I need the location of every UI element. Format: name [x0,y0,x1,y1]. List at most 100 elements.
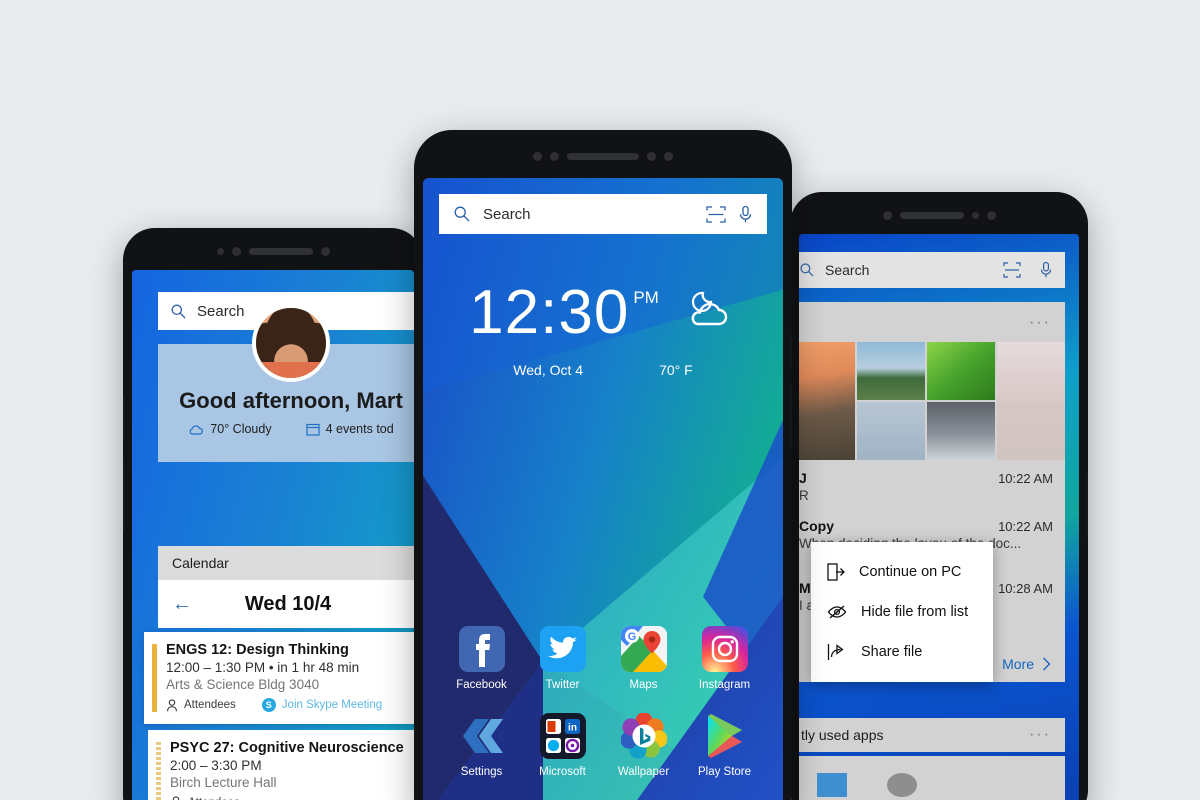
clock-time: 12:30 [469,278,630,347]
menu-item-hide-file[interactable]: Hide file from list [811,592,993,632]
microphone-icon[interactable] [1039,261,1053,279]
volume-down-button[interactable] [790,382,792,448]
app-settings[interactable]: Settings [441,713,522,778]
facebook-icon [458,626,505,672]
app-microsoft-folder[interactable]: in Microsoft [522,713,603,778]
photo-thumbnail[interactable] [927,402,995,460]
proximity-sensor-icon [533,151,542,161]
earpiece-speaker [899,211,964,219]
calendar-section-header: Calendar [158,546,414,580]
recent-app-icon[interactable] [817,773,847,797]
photo-thumbnail[interactable] [997,342,1065,460]
person-icon [167,698,177,711]
menu-item-label: Share file [861,644,923,660]
power-button[interactable] [1086,472,1088,542]
photos-overflow-button[interactable]: ··· [1029,314,1051,332]
skype-icon: S [261,698,276,712]
app-label: Wallpaper [617,766,670,778]
menu-item-share-file[interactable]: Share file [811,632,993,672]
event-title: ENGS 12: Design Thinking [166,642,349,658]
front-camera-icon [647,151,656,161]
avatar[interactable] [252,304,330,382]
center-search-placeholder: Search [483,205,531,223]
search-icon [800,263,814,277]
left-phone-screen: Search Good afternoon, Mart 70° Cloudy 4… [132,270,414,800]
settings-icon [459,713,505,759]
event-time: 12:00 – 1:30 PM • in 1 hr 48 min [166,660,360,675]
scan-icon[interactable] [706,205,726,223]
play-store-icon [702,713,748,759]
svg-text:G: G [627,631,636,643]
photo-thumbnail[interactable] [857,402,925,460]
recently-used-apps-label: tly used apps [801,727,884,743]
clock-date: Wed, Oct 4 [513,362,584,378]
center-phone-screen: Search 12:30 PM Wed, Oct 4 70° F Faceboo… [423,178,783,800]
person-icon [172,796,180,800]
app-maps[interactable]: G Maps [603,626,684,691]
scene: Search ··· J 10:22 AM R Copy 10:22 AM do… [0,0,1200,800]
event-attendees[interactable]: Attendees [170,796,240,800]
scan-icon[interactable] [1003,262,1021,278]
menu-item-continue-on-pc[interactable]: Continue on PC [811,552,993,592]
volume-down-button[interactable] [123,458,125,532]
volume-up-button[interactable] [790,330,792,370]
calendar-event-item[interactable]: PSYC 27: Cognitive Neuroscience 2:00 – 3… [148,730,414,800]
volume-up-button[interactable] [123,396,125,440]
event-title: PSYC 27: Cognitive Neuroscience [170,740,404,756]
twitter-icon [539,626,586,672]
right-search-placeholder: Search [825,262,870,278]
app-label: Twitter [545,679,580,691]
right-phone: Search ··· J 10:22 AM R Copy 10:22 AM do… [790,192,1088,800]
calendar-event-item[interactable]: ENGS 12: Design Thinking 12:00 – 1:30 PM… [144,632,414,724]
app-instagram[interactable]: Instagram [684,626,765,691]
center-search-bar[interactable]: Search [439,194,767,234]
wallpaper-icon [620,713,667,759]
message-sender: Copy [799,518,834,534]
microsoft-folder-icon: in [539,713,586,759]
event-attendees[interactable]: Attendees [166,698,236,712]
app-label: Facebook [456,679,507,691]
photo-thumbnail[interactable] [799,342,855,460]
front-camera-icon [231,246,241,256]
share-icon [827,644,844,660]
more-label: More [1002,656,1034,672]
app-play-store[interactable]: Play Store [684,713,765,778]
right-phone-notch [790,192,1088,238]
proximity-sensor-icon [971,211,979,219]
app-label: Maps [629,679,658,691]
microphone-icon[interactable] [738,205,753,224]
right-search-bar[interactable]: Search [799,252,1065,288]
calendar-day-title: Wed 10/4 [244,592,332,615]
greeting-text: Good afternoon, Mart [179,388,403,413]
app-wallpaper[interactable]: Wallpaper [603,713,684,778]
recently-used-apps-header: tly used apps ··· [799,718,1065,752]
left-search-placeholder: Search [197,302,245,320]
app-label: Instagram [698,679,751,691]
center-phone: Search 12:30 PM Wed, Oct 4 70° F Faceboo… [414,130,792,800]
context-menu: Continue on PC Hide file from list Share… [811,542,993,682]
event-time: 2:00 – 3:30 PM [170,758,262,773]
recent-apps-overflow-button[interactable]: ··· [1029,726,1051,744]
event-color-bar [152,644,157,712]
more-button[interactable]: More [1002,656,1051,672]
recently-used-apps-row [799,756,1065,800]
photo-thumbnail[interactable] [857,342,925,400]
list-item[interactable]: J 10:22 AM R [799,470,1053,503]
app-facebook[interactable]: Facebook [441,626,522,691]
hide-eye-icon [827,605,847,619]
photo-grid [799,342,1065,460]
attendees-label: Attendees [184,699,236,711]
light-sensor-icon [550,151,559,161]
back-arrow-icon[interactable]: ← [172,593,192,616]
partly-cloudy-night-icon [681,288,737,335]
message-time: 10:22 AM [998,471,1053,486]
event-color-bar [156,742,161,800]
right-phone-screen: Search ··· J 10:22 AM R Copy 10:22 AM do… [799,234,1079,800]
app-twitter[interactable]: Twitter [522,626,603,691]
app-label: Microsoft [539,766,586,778]
join-skype-meeting-button[interactable]: S Join Skype Meeting [261,698,382,712]
recent-app-icon[interactable] [887,773,917,797]
photo-thumbnail[interactable] [927,342,995,400]
event-location: Birch Lecture Hall [170,775,277,790]
center-phone-notch [414,130,792,182]
